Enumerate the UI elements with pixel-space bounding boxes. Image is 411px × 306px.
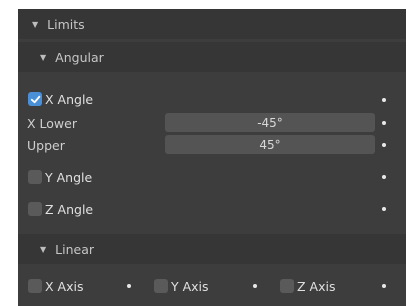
angular-header-label: Angular (55, 49, 104, 65)
disclosure-triangle-icon: ▼ (40, 52, 47, 62)
y-angle-label: Y Angle (45, 169, 93, 185)
angular-panel-header[interactable]: ▼ Angular (18, 42, 406, 72)
z-angle-label: Z Angle (45, 201, 94, 217)
animate-property-dot-icon[interactable] (382, 98, 386, 102)
animate-property-dot-icon[interactable] (382, 284, 386, 288)
checkmark-icon (30, 95, 40, 103)
animate-property-dot-icon[interactable] (127, 284, 131, 288)
animate-property-dot-icon[interactable] (253, 284, 257, 288)
y-axis-label: Y Axis (171, 278, 209, 294)
animate-property-dot-icon[interactable] (382, 175, 386, 179)
disclosure-triangle-icon: ▼ (32, 19, 39, 29)
limits-header-label: Limits (47, 16, 85, 32)
properties-panel: ▼ Limits ▼ Angular X Angle X Lower -45° … (18, 9, 406, 306)
z-axis-checkbox[interactable] (280, 279, 294, 293)
upper-label: Upper (27, 137, 65, 153)
z-axis-toggle: Z Axis (280, 275, 335, 297)
y-axis-toggle: Y Axis (154, 275, 209, 297)
upper-field[interactable]: 45° (165, 135, 375, 154)
x-axis-label: X Axis (45, 278, 84, 294)
linear-panel-header[interactable]: ▼ Linear (18, 234, 406, 264)
z-axis-label: Z Axis (297, 278, 336, 294)
z-angle-checkbox[interactable] (28, 202, 42, 216)
disclosure-triangle-icon: ▼ (40, 244, 47, 254)
y-angle-row: Y Angle (18, 166, 411, 188)
animate-property-dot-icon[interactable] (382, 207, 386, 211)
x-lower-label: X Lower (27, 115, 77, 131)
y-axis-checkbox[interactable] (154, 279, 168, 293)
limits-panel-header[interactable]: ▼ Limits (18, 9, 406, 39)
x-axis-toggle: X Axis (28, 275, 83, 297)
x-angle-row: X Angle (18, 88, 411, 110)
y-angle-checkbox[interactable] (28, 170, 42, 184)
x-lower-field[interactable]: -45° (165, 113, 375, 132)
x-angle-label: X Angle (45, 91, 94, 107)
animate-property-dot-icon[interactable] (382, 143, 386, 147)
linear-header-label: Linear (55, 241, 95, 257)
x-angle-checkbox[interactable] (28, 92, 42, 106)
animate-property-dot-icon[interactable] (382, 121, 386, 125)
x-axis-checkbox[interactable] (28, 279, 42, 293)
z-angle-row: Z Angle (18, 198, 411, 220)
